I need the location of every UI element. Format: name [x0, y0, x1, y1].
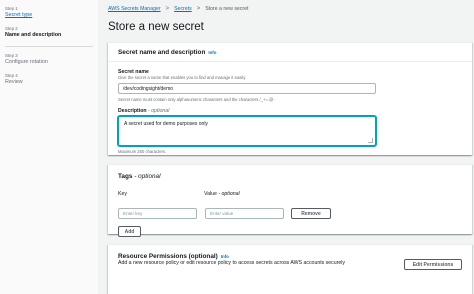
tags-panel: Tags - optional Key Value - optional Ent…	[108, 164, 472, 237]
tags-title-optional: - optional	[134, 173, 161, 180]
description-optional: - optional	[148, 108, 170, 114]
panel-body: Secret name Give the secret a name that …	[108, 62, 472, 162]
tag-value-header: Value - optional	[204, 191, 294, 197]
breadcrumb-secrets-manager[interactable]: AWS Secrets Manager	[108, 6, 161, 12]
step-3-label: Configure rotation	[5, 59, 48, 65]
breadcrumb-separator: >	[165, 6, 170, 12]
resource-permissions-panel: Resource Permissions (optional) Info Add…	[108, 244, 472, 294]
resource-permissions-row: Resource Permissions (optional) Info Add…	[118, 253, 462, 270]
secret-name-panel: Secret name and description Info Secret …	[108, 42, 472, 155]
add-tag-button[interactable]: Add	[118, 226, 141, 237]
description-label: Description - optional	[118, 108, 462, 114]
breadcrumb-current: Store a new secret	[205, 6, 249, 12]
secret-name-description: Give the secret a name that enables you …	[118, 75, 247, 80]
description-hint: Maximum 250 characters.	[118, 149, 167, 154]
breadcrumb: AWS Secrets Manager > Secrets > Store a …	[108, 0, 474, 18]
step-4-label: Review	[5, 79, 23, 85]
step-4: Step 4 Review	[5, 73, 98, 86]
remove-tag-button[interactable]: Remove	[291, 208, 331, 219]
resource-permissions-text: Resource Permissions (optional) Info Add…	[118, 253, 345, 267]
edit-permissions-button[interactable]: Edit Permissions	[404, 259, 462, 270]
tags-body: Key Value - optional Enter key Enter val…	[108, 191, 472, 237]
description-label-text: Description	[118, 108, 147, 114]
step-2-label: Name and description	[5, 32, 62, 38]
tag-key-header: Key	[118, 191, 127, 197]
panel-title: Secret name and description	[118, 49, 206, 56]
secret-name-hint: Secret name must contain only alphanumer…	[118, 97, 275, 102]
breadcrumb-separator: >	[196, 6, 201, 12]
tag-value-header-text: Value	[204, 191, 217, 197]
tags-title: Tags - optional	[118, 173, 161, 180]
description-textarea[interactable]: A secret used for demo purposes only	[118, 116, 376, 146]
resize-handle-icon[interactable]	[368, 138, 373, 143]
page-title: Store a new secret	[108, 21, 204, 33]
tags-header: Tags - optional	[108, 165, 472, 185]
resource-permissions-title: Resource Permissions (optional)	[118, 253, 218, 260]
resource-info-link[interactable]: Info	[221, 254, 229, 259]
secret-name-input[interactable]: /dev/codingsight/demo	[118, 83, 376, 94]
resource-permissions-heading: Resource Permissions (optional) Info	[118, 253, 345, 260]
info-link[interactable]: Info	[208, 50, 216, 55]
tag-value-input[interactable]: Enter value	[205, 208, 284, 219]
tag-row: Enter key Enter value Remove	[116, 208, 464, 219]
wizard-steps-sidebar: Step 1 Secret type Step 2 Name and descr…	[0, 0, 98, 294]
step-1[interactable]: Step 1 Secret type	[5, 6, 98, 19]
main-content: AWS Secrets Manager > Secrets > Store a …	[108, 0, 474, 294]
tags-column-headers: Key Value - optional	[116, 191, 464, 197]
tag-key-input[interactable]: Enter key	[118, 208, 197, 219]
step-divider	[5, 46, 93, 47]
step-3: Step 3 Configure rotation	[5, 53, 98, 66]
breadcrumb-secrets[interactable]: Secrets	[174, 6, 192, 12]
step-2: Step 2 Name and description	[5, 26, 98, 39]
resource-permissions-description: Add a new resource policy or edit resour…	[118, 260, 346, 266]
description-value: A secret used for demo purposes only	[124, 121, 208, 127]
tags-title-text: Tags	[118, 173, 133, 180]
step-1-label[interactable]: Secret type	[5, 12, 98, 19]
tag-value-optional: - optional	[218, 191, 240, 197]
panel-header: Secret name and description Info	[108, 43, 472, 62]
